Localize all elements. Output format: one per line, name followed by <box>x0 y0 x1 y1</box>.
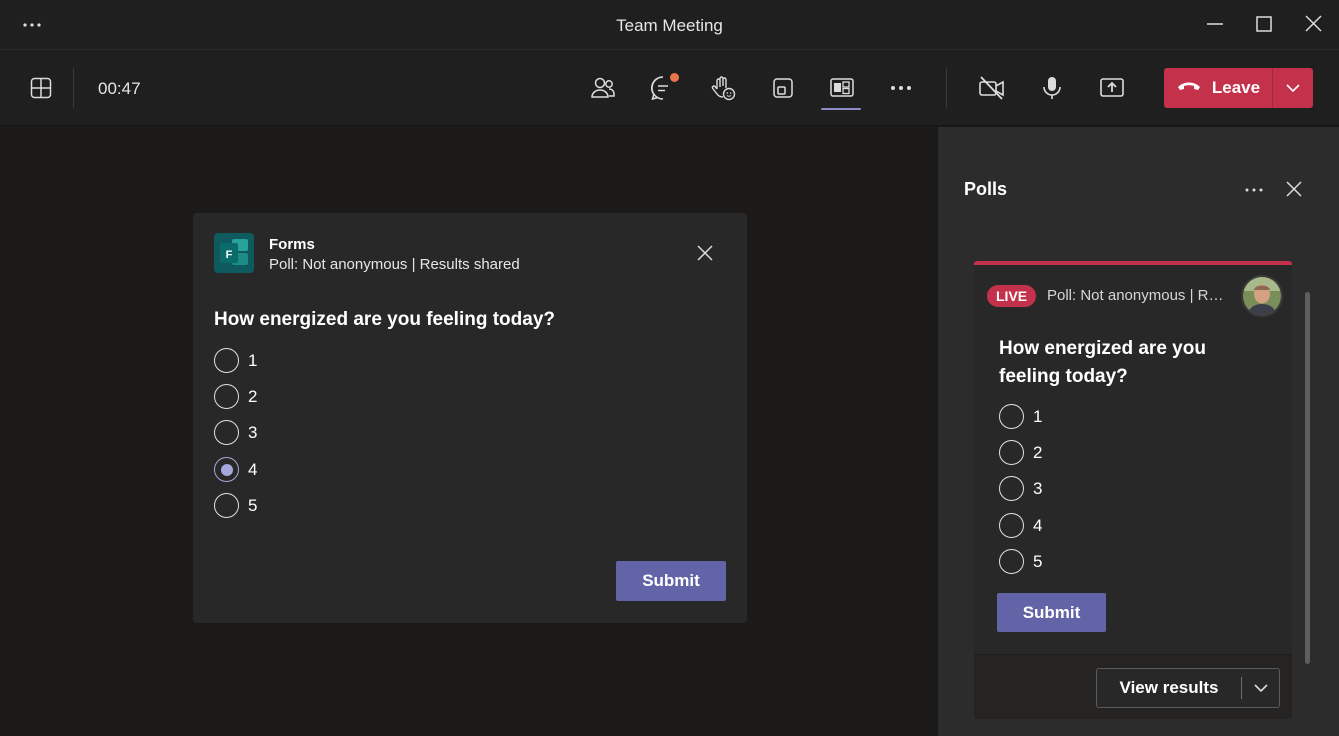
svg-text:F: F <box>226 249 233 261</box>
poll-option[interactable]: 5 <box>214 493 257 518</box>
minimize-icon[interactable] <box>1201 12 1229 40</box>
close-panel-icon[interactable] <box>1284 179 1304 199</box>
app-name: Forms <box>269 236 315 253</box>
live-badge: LIVE <box>987 285 1037 307</box>
leave-button[interactable]: Leave <box>1164 68 1313 108</box>
grid-layout-icon[interactable] <box>25 72 57 104</box>
leave-label: Leave <box>1211 78 1261 97</box>
people-icon[interactable] <box>587 72 619 104</box>
close-icon[interactable] <box>695 243 715 263</box>
poll-option[interactable]: 2 <box>214 384 257 409</box>
raise-hand-icon[interactable] <box>707 72 739 104</box>
toolbar-divider <box>73 68 74 108</box>
poll-option[interactable]: 4 <box>214 457 257 482</box>
view-results-label: View results <box>1119 678 1219 697</box>
option-label: 2 <box>248 386 258 406</box>
view-results-button[interactable]: View results <box>1096 668 1280 708</box>
toolbar-divider <box>946 68 947 108</box>
poll-card-footer: View results <box>974 654 1292 719</box>
radio-button[interactable] <box>214 348 239 373</box>
poll-option[interactable]: 1 <box>214 348 257 373</box>
avatar[interactable] <box>1241 275 1283 317</box>
microphone-icon[interactable] <box>1036 72 1068 104</box>
option-label: 5 <box>1033 551 1043 571</box>
poll-option[interactable]: 4 <box>999 513 1042 538</box>
radio-button[interactable] <box>999 476 1024 501</box>
more-icon[interactable] <box>885 72 917 104</box>
share-screen-icon[interactable] <box>1096 72 1128 104</box>
maximize-icon[interactable] <box>1250 12 1278 40</box>
submit-button[interactable]: Submit <box>997 593 1106 632</box>
hang-up-icon <box>1176 78 1202 98</box>
apps-icon[interactable] <box>826 72 858 104</box>
panel-title: Polls <box>964 179 1008 199</box>
radio-button-selected[interactable] <box>214 457 239 482</box>
chevron-down-icon[interactable] <box>1242 683 1279 693</box>
radio-button[interactable] <box>999 513 1024 538</box>
submit-button[interactable]: Submit <box>616 561 726 601</box>
radio-button[interactable] <box>999 549 1024 574</box>
poll-card: F Forms Poll: Not anonymous | Results sh… <box>193 213 747 623</box>
polls-panel: Polls LIVE Poll: Not anonymous | Results… <box>938 127 1339 736</box>
poll-option[interactable]: 2 <box>999 440 1042 465</box>
option-label: 2 <box>1033 442 1043 462</box>
option-label: 1 <box>248 350 258 370</box>
radio-button[interactable] <box>214 384 239 409</box>
poll-meta: Poll: Not anonymous | Results shared <box>1047 287 1231 304</box>
option-label: 4 <box>1033 515 1043 535</box>
leave-main[interactable]: Leave <box>1164 68 1272 108</box>
option-label: 5 <box>248 495 258 515</box>
forms-logo-icon: F <box>214 233 254 273</box>
poll-option[interactable]: 3 <box>999 476 1042 501</box>
live-poll-card: LIVE Poll: Not anonymous | Results share… <box>974 261 1292 719</box>
radio-button[interactable] <box>214 420 239 445</box>
poll-option[interactable]: 5 <box>999 549 1042 574</box>
option-label: 3 <box>1033 478 1043 498</box>
poll-option[interactable]: 3 <box>214 420 257 445</box>
meeting-timer: 00:47 <box>98 79 141 98</box>
title-bar: Team Meeting <box>0 0 1339 50</box>
option-label: 4 <box>248 459 258 479</box>
poll-subtitle: Poll: Not anonymous | Results shared <box>269 256 520 273</box>
poll-question: How energized are you feeling today? <box>999 338 1206 387</box>
meeting-toolbar: 00:47 Leave <box>0 50 1339 126</box>
leave-options-chevron-icon[interactable] <box>1273 68 1313 108</box>
option-label: 1 <box>1033 406 1043 426</box>
poll-option[interactable]: 1 <box>999 404 1042 429</box>
close-window-icon[interactable] <box>1300 12 1328 40</box>
radio-button[interactable] <box>214 493 239 518</box>
radio-button[interactable] <box>999 440 1024 465</box>
panel-scrollbar[interactable] <box>1305 292 1310 664</box>
radio-button[interactable] <box>999 404 1024 429</box>
window-title: Team Meeting <box>616 16 723 35</box>
notification-dot <box>670 73 679 82</box>
rooms-icon[interactable] <box>767 72 799 104</box>
camera-off-icon[interactable] <box>976 72 1008 104</box>
active-tab-indicator <box>821 108 861 110</box>
poll-question: How energized are you feeling today? <box>214 309 556 330</box>
option-label: 3 <box>248 422 258 442</box>
more-options-icon[interactable] <box>1242 180 1266 200</box>
